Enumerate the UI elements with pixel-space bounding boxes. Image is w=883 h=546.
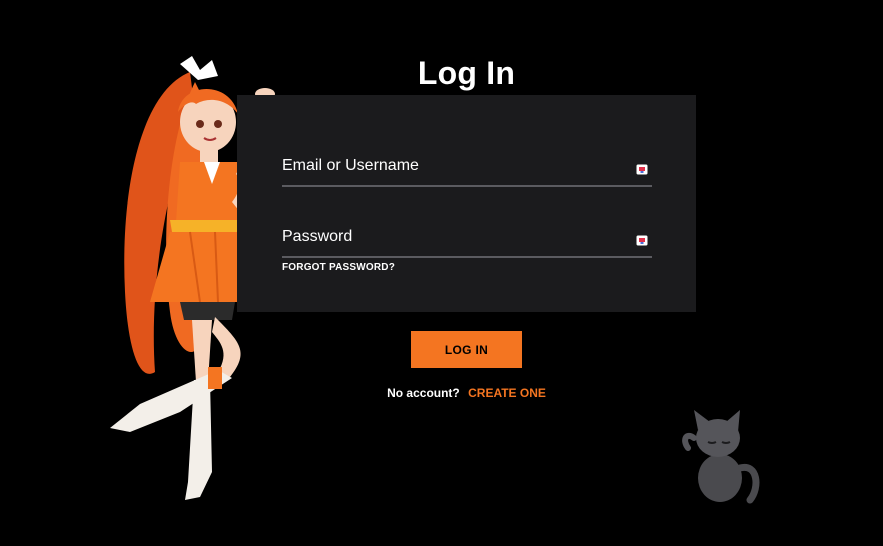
signup-prompt: No account? CREATE ONE — [0, 386, 883, 400]
email-field-label: Email or Username — [282, 157, 419, 174]
log-in-button[interactable]: LOG IN — [411, 331, 522, 368]
password-field[interactable]: Password — [282, 226, 652, 258]
password-manager-icon[interactable] — [636, 164, 648, 175]
page-title: Log In — [417, 55, 516, 92]
cat-illustration — [682, 410, 760, 504]
login-form-card: Email or Username Password FORGOT PASSWO… — [237, 95, 696, 312]
forgot-password-link[interactable]: FORGOT PASSWORD? — [282, 262, 395, 273]
create-account-link[interactable]: CREATE ONE — [468, 386, 546, 400]
login-page: Log In Email or Username Password FORGOT… — [0, 0, 883, 546]
password-field-label: Password — [282, 228, 353, 245]
no-account-text: No account? — [387, 386, 460, 400]
email-field[interactable]: Email or Username — [282, 155, 652, 187]
password-manager-icon[interactable] — [636, 235, 648, 246]
